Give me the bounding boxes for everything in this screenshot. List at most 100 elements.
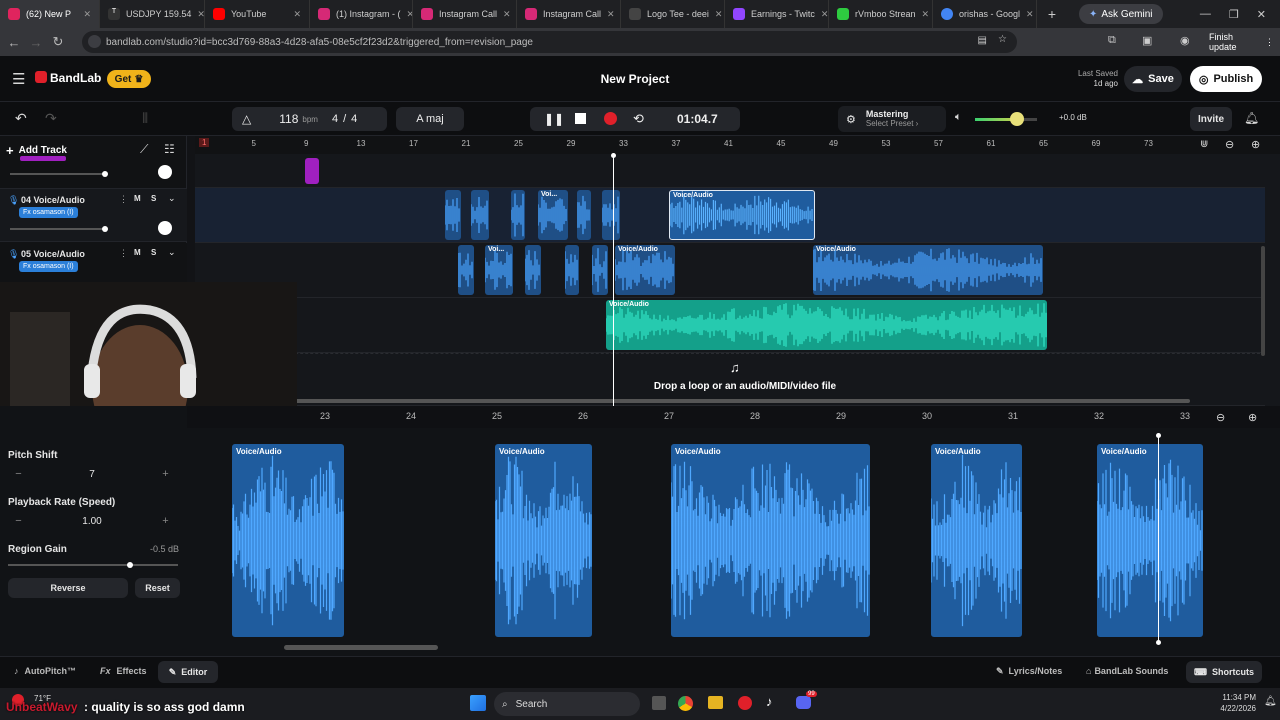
close-icon[interactable]: ✕ <box>287 9 301 20</box>
reverse-button[interactable]: Reverse <box>8 578 128 598</box>
audio-clip[interactable] <box>525 245 541 295</box>
save-button[interactable]: ☁ Save <box>1124 66 1182 92</box>
close-icon[interactable]: ✕ <box>191 9 204 20</box>
decrement-button[interactable]: − <box>6 515 31 527</box>
playhead-handle[interactable] <box>611 153 616 158</box>
editor-audio-clip[interactable]: Voice/Audio <box>671 444 870 637</box>
solo-button[interactable]: S <box>151 194 156 203</box>
pan-knob[interactable] <box>158 165 172 179</box>
browser-tab[interactable]: orishas - Googl ✕ <box>933 0 1037 28</box>
back-icon[interactable]: ← <box>3 35 25 50</box>
stop-icon[interactable] <box>575 113 586 124</box>
audio-clip[interactable]: Voice/Audio <box>669 190 815 240</box>
vertical-scrollbar[interactable] <box>1261 246 1265 356</box>
browser-tab[interactable]: Logo Tee - deei ✕ <box>621 0 725 28</box>
pause-icon[interactable]: ❚❚ <box>544 112 564 126</box>
track-lane[interactable]: Voice/Audio <box>195 298 1265 353</box>
fx-chip[interactable]: Fx osamason (I) <box>19 261 78 272</box>
master-volume-handle[interactable] <box>1010 112 1024 126</box>
extensions-icon[interactable]: ⧉ <box>1108 34 1116 47</box>
track-header[interactable]: 🎙︎ 04 Voice/Audio ⋮ M S ⌄ Fx osamason (I… <box>0 188 187 242</box>
mastering-selector[interactable]: ⚙ Mastering Select Preset › <box>838 106 946 132</box>
finish-update-button[interactable]: Finish update ⋮ <box>1203 32 1280 52</box>
close-icon[interactable]: ✕ <box>601 9 615 20</box>
audio-clip[interactable]: Voi... <box>485 245 513 295</box>
browser-tab[interactable]: YouTube ✕ <box>205 0 310 28</box>
publish-button[interactable]: ◎ Publish <box>1190 66 1262 92</box>
tiktok-icon[interactable]: ♪ <box>766 694 773 709</box>
editor-scrollbar[interactable] <box>284 645 438 650</box>
midi-clip[interactable] <box>305 158 319 184</box>
solo-button[interactable]: S <box>151 248 156 257</box>
editor-ruler[interactable]: 23 24 25 26 27 28 29 30 31 32 33 <box>187 406 1280 428</box>
zoom-out-icon[interactable]: ⊖ <box>1225 138 1234 151</box>
track-menu-icon[interactable]: ⋮ <box>119 248 128 259</box>
increment-button[interactable]: + <box>153 468 178 480</box>
editor-audio-clip[interactable]: Voice/Audio <box>232 444 344 637</box>
region-gain-slider[interactable] <box>8 562 178 568</box>
close-icon[interactable]: ✕ <box>497 9 511 20</box>
loop-icon[interactable]: ⟲ <box>633 111 644 127</box>
zoom-in-icon[interactable]: ⊕ <box>1251 138 1260 151</box>
audio-clip[interactable] <box>592 245 608 295</box>
track-lane[interactable]: Voi... Voice/Audio Voice/Audio <box>195 243 1265 298</box>
audio-clip[interactable]: Voice/Audio <box>615 245 675 295</box>
track-volume-slider[interactable] <box>10 226 108 232</box>
redo-icon[interactable]: ↷ <box>45 110 57 127</box>
menu-icon[interactable]: ☰ <box>12 70 25 88</box>
pitch-shift-stepper[interactable]: − 7 + <box>6 464 178 484</box>
audio-clip[interactable]: Voice/Audio <box>606 300 1047 350</box>
mute-button[interactable]: M <box>134 194 141 203</box>
audio-clip[interactable] <box>445 190 461 240</box>
key-selector[interactable]: A maj <box>396 107 464 131</box>
taskbar-search[interactable]: ⌕ Search <box>494 692 640 716</box>
fx-chip[interactable]: Fx osamason (I) <box>19 207 78 218</box>
audio-clip[interactable] <box>602 190 620 240</box>
editor-zoom-in-icon[interactable]: ⊕ <box>1248 411 1257 424</box>
browser-tab[interactable]: rVmboo Strean ✕ <box>829 0 933 28</box>
chevron-down-icon[interactable]: ⌄ <box>168 247 176 258</box>
invite-button[interactable]: Invite <box>1190 107 1232 131</box>
record-icon[interactable] <box>604 112 617 125</box>
effects-tab[interactable]: Fx Effects <box>100 666 147 676</box>
editor-audio-clip[interactable]: Voice/Audio <box>931 444 1022 637</box>
close-icon[interactable]: ✕ <box>815 9 828 20</box>
audio-clip[interactable] <box>565 245 579 295</box>
master-volume-slider[interactable] <box>975 118 1037 121</box>
bpm-value[interactable]: 118 <box>279 112 298 126</box>
close-window-icon[interactable]: ✕ <box>1257 8 1266 21</box>
track-lane[interactable]: Voi... Voice/Audio <box>195 188 1265 243</box>
bell-icon[interactable]: 🔔︎ <box>1244 111 1259 125</box>
time-sig-denominator[interactable]: 4 <box>351 113 357 125</box>
speaker-icon[interactable]: 🔈︎ <box>955 111 962 124</box>
minimize-icon[interactable]: — <box>1200 8 1211 21</box>
get-membership-button[interactable]: Get ♛ <box>107 70 151 88</box>
decrement-button[interactable]: − <box>6 468 31 480</box>
reset-button[interactable]: Reset <box>135 578 180 598</box>
arrangement-timeline[interactable]: 1 5 9 13 17 21 25 29 33 37 41 45 49 53 57 61 65 69 73 ⋓ ⊖ … <box>195 136 1280 406</box>
increment-button[interactable]: + <box>153 515 178 527</box>
reload-icon[interactable]: ↻ <box>47 34 69 50</box>
close-icon[interactable]: ✕ <box>401 9 412 20</box>
profile-icon[interactable]: ◉ <box>1180 34 1190 47</box>
browser-tab[interactable]: Instagram Call ✕ <box>413 0 517 28</box>
site-info-icon[interactable] <box>88 35 101 48</box>
browser-tab[interactable]: (62) New P ✕ <box>0 0 100 28</box>
close-icon[interactable]: ✕ <box>1020 9 1034 20</box>
restore-icon[interactable]: ❐ <box>1229 8 1239 21</box>
close-icon[interactable]: ✕ <box>916 9 930 20</box>
app-icon[interactable] <box>738 696 752 710</box>
editor-playhead[interactable] <box>1158 434 1159 644</box>
new-tab-button[interactable]: + <box>1037 6 1067 22</box>
browser-tab[interactable]: (1) Instagram - (✕ <box>310 0 413 28</box>
pitch-shift-value[interactable]: 7 <box>31 469 153 480</box>
pan-knob[interactable] <box>158 221 172 235</box>
audio-clip[interactable] <box>511 190 525 240</box>
slider-handle[interactable] <box>102 226 108 232</box>
windows-start-icon[interactable] <box>470 695 486 711</box>
clock[interactable]: 11:34 PM 4/22/2026 <box>1200 692 1256 714</box>
wand-icon[interactable]: ⟋ <box>140 142 148 157</box>
editor-zoom-out-icon[interactable]: ⊖ <box>1216 411 1225 424</box>
playback-rate-stepper[interactable]: − 1.00 + <box>6 511 178 531</box>
split-icon[interactable]: ⦀ <box>142 110 148 127</box>
